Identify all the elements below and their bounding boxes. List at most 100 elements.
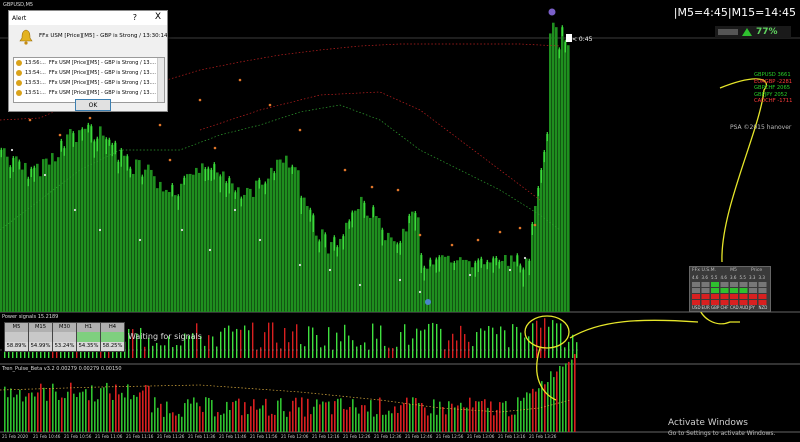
- scrollbar[interactable]: [157, 58, 164, 102]
- trend-pulse-bar: [484, 399, 486, 432]
- wick: [87, 122, 89, 133]
- trend-pulse-bar: [370, 400, 372, 432]
- price-bar: [336, 247, 339, 312]
- wick: [12, 156, 14, 172]
- price-bar: [252, 196, 255, 312]
- price-bar: [288, 167, 291, 312]
- strength-cell: [692, 294, 700, 299]
- bell-icon: [16, 70, 22, 76]
- wick: [105, 137, 107, 155]
- trend-pulse-bar: [376, 414, 378, 432]
- wick: [27, 176, 29, 187]
- power-signal-bar: [496, 334, 498, 358]
- power-signal-bar: [408, 344, 410, 358]
- power-signal-bar: [276, 342, 278, 358]
- wick: [528, 258, 530, 276]
- trend-pulse-bar: [301, 397, 303, 432]
- trend-pulse-bar: [517, 397, 519, 432]
- trend-pulse-bar: [508, 416, 510, 432]
- power-signal-bar: [328, 327, 330, 358]
- power-signal-bar: [464, 334, 466, 358]
- currency-label: JPY: [749, 305, 755, 310]
- time-label: 21 Feb 10:56: [64, 434, 92, 439]
- strength-cell: [692, 282, 700, 287]
- signal-box-timeframe: H4: [101, 323, 124, 332]
- power-signal-bar: [532, 323, 534, 358]
- trend-pulse-bar: [487, 407, 489, 432]
- power-signal-bar: [516, 326, 518, 358]
- currency-label: EUR: [701, 305, 710, 310]
- trend-pulse-bar: [238, 398, 240, 432]
- price-bar: [294, 167, 297, 312]
- trend-pulse-bar: [220, 414, 222, 432]
- power-signal-bar: [384, 345, 386, 358]
- power-signal-bar: [476, 332, 478, 358]
- price-bar: [543, 152, 546, 312]
- trend-pulse-bar: [223, 413, 225, 432]
- price-bar: [501, 260, 504, 312]
- price-bar: [186, 174, 189, 312]
- wick: [240, 196, 242, 207]
- time-label: 21 Feb 11:26: [157, 434, 185, 439]
- power-signal-bar: [440, 328, 442, 358]
- signal-box-status: [77, 332, 100, 342]
- currency-label: AUD: [739, 305, 749, 310]
- alert-row-text: FFx USM [Price][M5] - GBP is Strong / 13…: [48, 70, 156, 76]
- price-bar: [96, 138, 99, 312]
- help-button[interactable]: ?: [133, 13, 137, 22]
- price-bar: [72, 133, 75, 312]
- price-bar: [558, 49, 561, 313]
- price-bar: [303, 197, 306, 312]
- wick: [258, 177, 260, 189]
- wick: [438, 255, 440, 272]
- signal-dot: [28, 118, 32, 122]
- strength-bars: [692, 282, 767, 305]
- signal-dot: [213, 146, 217, 150]
- panel-icon: [718, 29, 738, 35]
- trend-pulse-bar: [277, 400, 279, 432]
- wick: [18, 159, 20, 170]
- price-bar: [21, 169, 24, 312]
- alert-row[interactable]: 13:53:... FFx USM [Price][M5] - GBP is St…: [14, 78, 164, 88]
- alert-row[interactable]: 13:51:... FFx USM [Price][M5] - GBP is St…: [14, 88, 164, 98]
- price-bar: [195, 167, 198, 312]
- price-bar: [240, 198, 243, 312]
- price-bar: [48, 164, 51, 312]
- wick: [546, 132, 548, 142]
- trend-pulse-bar: [259, 408, 261, 432]
- ok-button[interactable]: OK: [75, 99, 111, 111]
- currency-label: USD: [692, 305, 701, 310]
- alert-dialog[interactable]: Alert ? X FFx USM [Price][M5] - GBP is S…: [8, 10, 168, 112]
- price-bar: [243, 194, 246, 312]
- signal-box-status: [53, 332, 76, 342]
- alert-titlebar[interactable]: Alert ? X: [9, 11, 167, 25]
- signal-dot: [158, 123, 162, 127]
- power-signal-bar: [376, 338, 378, 358]
- alert-history-list[interactable]: 13:56:... FFx USM [Price][M5] - GBP is St…: [13, 57, 165, 103]
- signal-dot: [208, 248, 212, 252]
- candle-timer: |M5=4:45|M15=14:45: [673, 6, 796, 19]
- close-button[interactable]: X: [155, 12, 161, 22]
- trend-pulse-bar: [241, 415, 243, 432]
- wick: [531, 222, 533, 235]
- price-bar: [417, 217, 420, 312]
- wick: [453, 260, 455, 270]
- wick: [342, 234, 344, 250]
- signal-dot: [10, 148, 14, 152]
- price-bar: [120, 149, 123, 312]
- power-signal-bar: [348, 335, 350, 358]
- power-signal-bar: [520, 332, 522, 358]
- signal-dot: [358, 283, 362, 287]
- price-bar: [462, 259, 465, 312]
- pair-row: GBPUSD 3661: [754, 72, 791, 78]
- price-bar: [468, 261, 471, 312]
- wick: [207, 166, 209, 181]
- alert-row[interactable]: 13:54:... FFx USM [Price][M5] - GBP is St…: [14, 68, 164, 78]
- price-bar: [81, 129, 84, 312]
- power-signal-bar: [544, 318, 546, 358]
- wick: [423, 265, 425, 281]
- alert-row[interactable]: 13:56:... FFx USM [Price][M5] - GBP is St…: [14, 58, 164, 68]
- price-bar: [402, 228, 405, 312]
- power-signal-bar: [156, 342, 158, 358]
- trend-pulse-bar: [268, 415, 270, 432]
